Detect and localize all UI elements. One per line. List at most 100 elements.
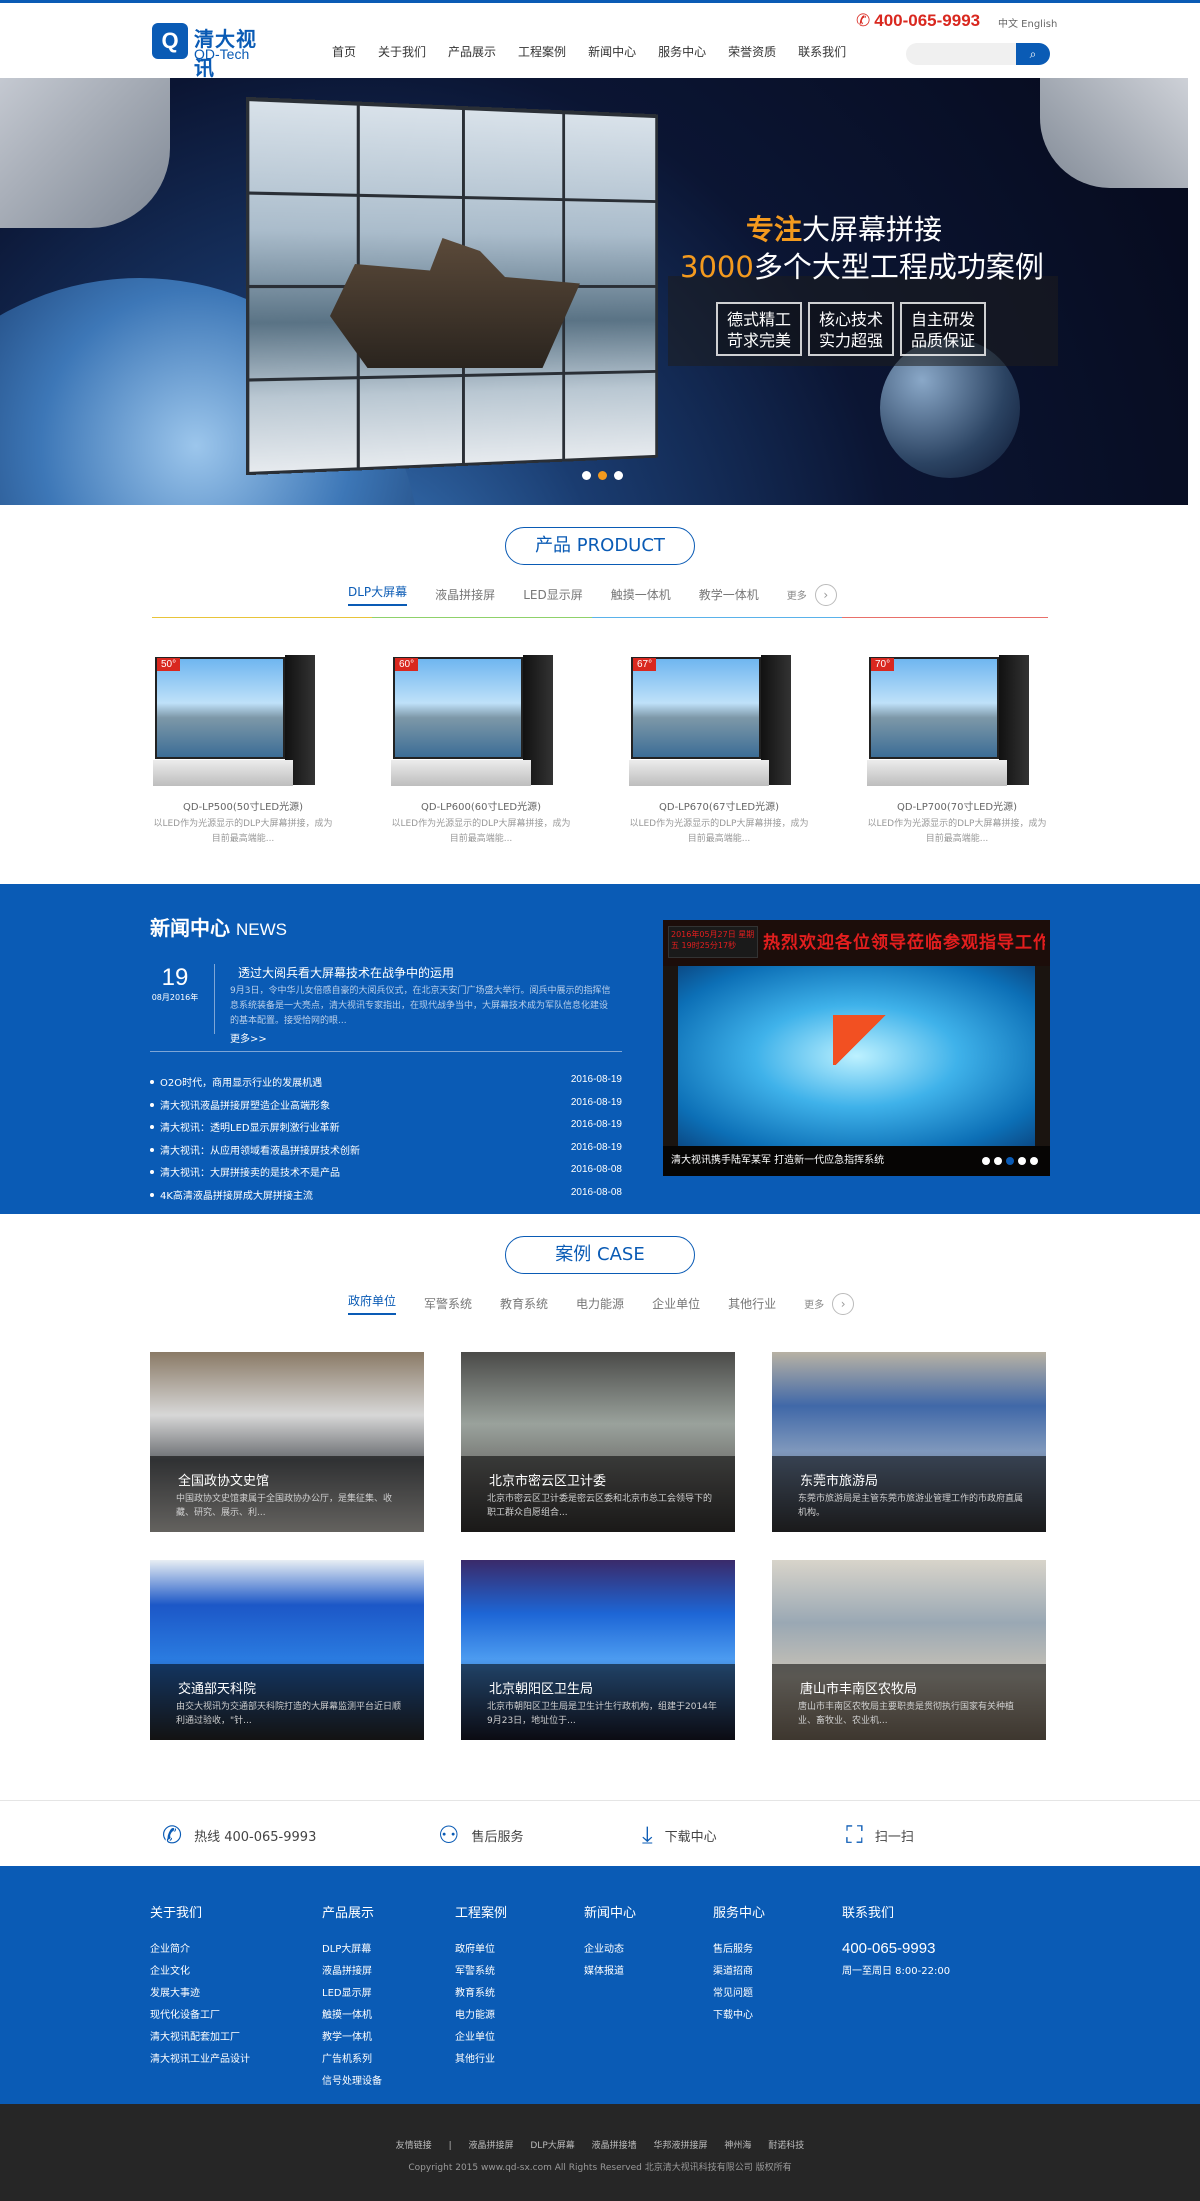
nav-item-home[interactable]: 首页	[332, 43, 356, 60]
nav-item-news[interactable]: 新闻中心	[588, 43, 636, 60]
slider-dot[interactable]	[982, 1157, 990, 1165]
nav-item-honors[interactable]: 荣誉资质	[728, 43, 776, 60]
footer-link[interactable]: DLP大屏幕	[322, 1939, 382, 1961]
logo[interactable]: Q 清大视讯 QD-Tech	[152, 23, 277, 80]
nav-item-products[interactable]: 产品展示	[448, 43, 496, 60]
tab-other[interactable]: 其他行业	[728, 1295, 776, 1312]
case-card[interactable]: 全国政协文史馆 中国政协文史馆隶属于全国政协办公厅，是集征集、收藏、研究、展示、…	[150, 1352, 424, 1532]
slider-dot-active[interactable]	[1006, 1157, 1014, 1165]
news-list-item[interactable]: 4K高清液晶拼接屏成大屏拼接主流 2016-08-08	[150, 1187, 622, 1210]
banner-dot[interactable]	[582, 471, 591, 480]
footer-link[interactable]: 液晶拼接屏	[322, 1961, 382, 1983]
footer-link[interactable]: 企业单位	[455, 2027, 507, 2049]
footer-link[interactable]: 清大视讯配套加工厂	[150, 2027, 250, 2049]
service-aftersales[interactable]: ⚇ 售后服务	[438, 1821, 524, 1849]
tab-enterprise[interactable]: 企业单位	[652, 1295, 700, 1312]
friend-link[interactable]: 神州海	[724, 2141, 751, 2151]
featured-news-headline[interactable]: 透过大阅兵看大屏幕技术在战争中的运用	[238, 964, 454, 981]
slider-dot[interactable]	[1018, 1157, 1026, 1165]
footer-link[interactable]: 常见问题	[713, 1983, 765, 2005]
footer-link[interactable]: 企业动态	[584, 1939, 636, 1961]
friend-link[interactable]: 液晶拼接屏	[468, 2141, 513, 2151]
footer-link[interactable]: 教学一体机	[322, 2027, 382, 2049]
chevron-right-icon[interactable]: ›	[814, 583, 837, 606]
case-card[interactable]: 交通部天科院 由交大视讯为交通部天科院打造的大屏幕监测平台近日顺利通过验收，"针…	[150, 1560, 424, 1740]
language-switch[interactable]: 中文 English	[998, 15, 1057, 30]
product-desc: 以LED作为光源显示的DLP大屏幕拼接，成为目前最高端能...	[391, 819, 571, 844]
friend-link[interactable]: 液晶拼接墙	[592, 2141, 637, 2151]
footer-link[interactable]: 企业简介	[150, 1939, 250, 1961]
friend-link[interactable]: DLP大屏幕	[530, 2141, 574, 2151]
nav-item-contact[interactable]: 联系我们	[798, 43, 846, 60]
divider	[150, 1051, 622, 1052]
windows-logo-icon	[833, 1015, 893, 1065]
news-photo-slider[interactable]: 2016年05月27日 星期五 19时25分17秒 热烈欢迎各位领导莅临参观指导…	[663, 920, 1050, 1176]
footer-link[interactable]: 教育系统	[455, 1983, 507, 2005]
footer-link[interactable]: 广告机系列	[322, 2049, 382, 2071]
friend-link[interactable]: 耐诺科技	[768, 2141, 804, 2151]
slider-dot[interactable]	[1030, 1157, 1038, 1165]
tab-teaching[interactable]: 教学一体机	[699, 586, 759, 603]
news-section: 新闻中心 NEWS 19 08月2016年 透过大阅兵看大屏幕技术在战争中的运用 …	[0, 884, 1200, 1214]
banner-dot-active[interactable]	[598, 471, 607, 480]
banner-dot[interactable]	[614, 471, 623, 480]
case-card[interactable]: 东莞市旅游局 东莞市旅游局是主管东莞市旅游业管理工作的市政府直属机构。	[772, 1352, 1046, 1532]
footer-link[interactable]: 触摸一体机	[322, 2005, 382, 2027]
tab-dlp[interactable]: DLP大屏幕	[348, 583, 408, 606]
footer-col-cases: 工程案例 政府单位 军警系统 教育系统 电力能源 企业单位 其他行业	[455, 1902, 507, 2071]
footer-link[interactable]: 现代化设备工厂	[150, 2005, 250, 2027]
footer-link[interactable]: 军警系统	[455, 1961, 507, 1983]
tab-led[interactable]: LED显示屏	[523, 586, 583, 603]
footer-link[interactable]: 发展大事迹	[150, 1983, 250, 2005]
news-list-item[interactable]: 清大视讯：透明LED显示屏刺激行业革新 2016-08-19	[150, 1119, 622, 1142]
footer-link[interactable]: 其他行业	[455, 2049, 507, 2071]
footer-link[interactable]: LED显示屏	[322, 1983, 382, 2005]
logo-text-en: QD-Tech	[194, 46, 250, 62]
featured-news-more-link[interactable]: 更多>>	[230, 1030, 267, 1045]
product-card[interactable]: 60° QD-LP600(60寸LED光源) 以LED作为光源显示的DLP大屏幕…	[381, 650, 581, 847]
nav-item-about[interactable]: 关于我们	[378, 43, 426, 60]
banner-tag: 自主研发 品质保证	[900, 302, 986, 356]
tab-energy[interactable]: 电力能源	[576, 1295, 624, 1312]
case-card[interactable]: 唐山市丰南区农牧局 唐山市丰南区农牧局主要职责是贯彻执行国家有关种植业、畜牧业、…	[772, 1560, 1046, 1740]
nav-item-cases[interactable]: 工程案例	[518, 43, 566, 60]
size-badge: 50°	[157, 658, 181, 671]
service-download[interactable]: ⤓ 下载中心	[642, 1821, 717, 1849]
tab-government[interactable]: 政府单位	[348, 1292, 397, 1315]
news-list-item[interactable]: O2O时代，商用显示行业的发展机遇 2016-08-19	[150, 1074, 622, 1097]
footer-link[interactable]: 清大视讯工业产品设计	[150, 2049, 250, 2071]
tab-touch[interactable]: 触摸一体机	[611, 586, 671, 603]
service-scan[interactable]: ⛶ 扫一扫	[846, 1821, 914, 1849]
case-desc: 唐山市丰南区农牧局主要职责是贯彻执行国家有关种植业、畜牧业、农业机...	[798, 1702, 1015, 1726]
case-card[interactable]: 北京朝阳区卫生局 北京市朝阳区卫生局是卫生计生行政机构，组建于2014年9月23…	[461, 1560, 735, 1740]
footer-link[interactable]: 电力能源	[455, 2005, 507, 2027]
product-card[interactable]: 50° QD-LP500(50寸LED光源) 以LED作为光源显示的DLP大屏幕…	[143, 650, 343, 847]
tab-military[interactable]: 军警系统	[424, 1295, 472, 1312]
product-card[interactable]: 67° QD-LP670(67寸LED光源) 以LED作为光源显示的DLP大屏幕…	[619, 650, 819, 847]
tab-education[interactable]: 教育系统	[500, 1295, 548, 1312]
footer-link[interactable]: 渠道招商	[713, 1961, 765, 1983]
news-list-item[interactable]: 清大视讯：从应用领域看液晶拼接屏技术创新 2016-08-19	[150, 1142, 622, 1165]
friend-link[interactable]: 华邦液拼接屏	[654, 2141, 708, 2151]
footer-link[interactable]: 信号处理设备	[322, 2071, 382, 2093]
tab-lcd[interactable]: 液晶拼接屏	[435, 586, 495, 603]
service-hotline[interactable]: ✆ 热线 400-065-9993	[162, 1821, 316, 1849]
footer-link[interactable]: 企业文化	[150, 1961, 250, 1983]
product-more-link[interactable]: 更多	[787, 587, 807, 602]
search-button[interactable]: ⌕	[1016, 43, 1050, 65]
case-more-link[interactable]: 更多	[804, 1296, 824, 1311]
news-list-item[interactable]: 清大视讯：大屏拼接卖的是技术不是产品 2016-08-08	[150, 1164, 622, 1187]
footer-link[interactable]: 售后服务	[713, 1939, 765, 1961]
search-input[interactable]	[906, 43, 1016, 65]
case-card[interactable]: 北京市密云区卫计委 北京市密云区卫计委是密云区委和北京市总工会领导下的职工群众自…	[461, 1352, 735, 1532]
news-list-item[interactable]: 清大视讯液晶拼接屏塑造企业高端形象 2016-08-19	[150, 1097, 622, 1120]
chevron-right-icon[interactable]: ›	[832, 1292, 855, 1315]
footer-link[interactable]: 政府单位	[455, 1939, 507, 1961]
hero-banner: 专注大屏幕拼接 3000多个大型工程成功案例 德式精工 苛求完美 核心技术 实力超强…	[0, 78, 1188, 505]
footer-link[interactable]: 下载中心	[713, 2005, 765, 2027]
footer-link[interactable]: 媒体报道	[584, 1961, 636, 1983]
size-badge: 67°	[633, 658, 657, 671]
product-card[interactable]: 70° QD-LP700(70寸LED光源) 以LED作为光源显示的DLP大屏幕…	[857, 650, 1057, 847]
nav-item-service[interactable]: 服务中心	[658, 43, 706, 60]
slider-dot[interactable]	[994, 1157, 1002, 1165]
